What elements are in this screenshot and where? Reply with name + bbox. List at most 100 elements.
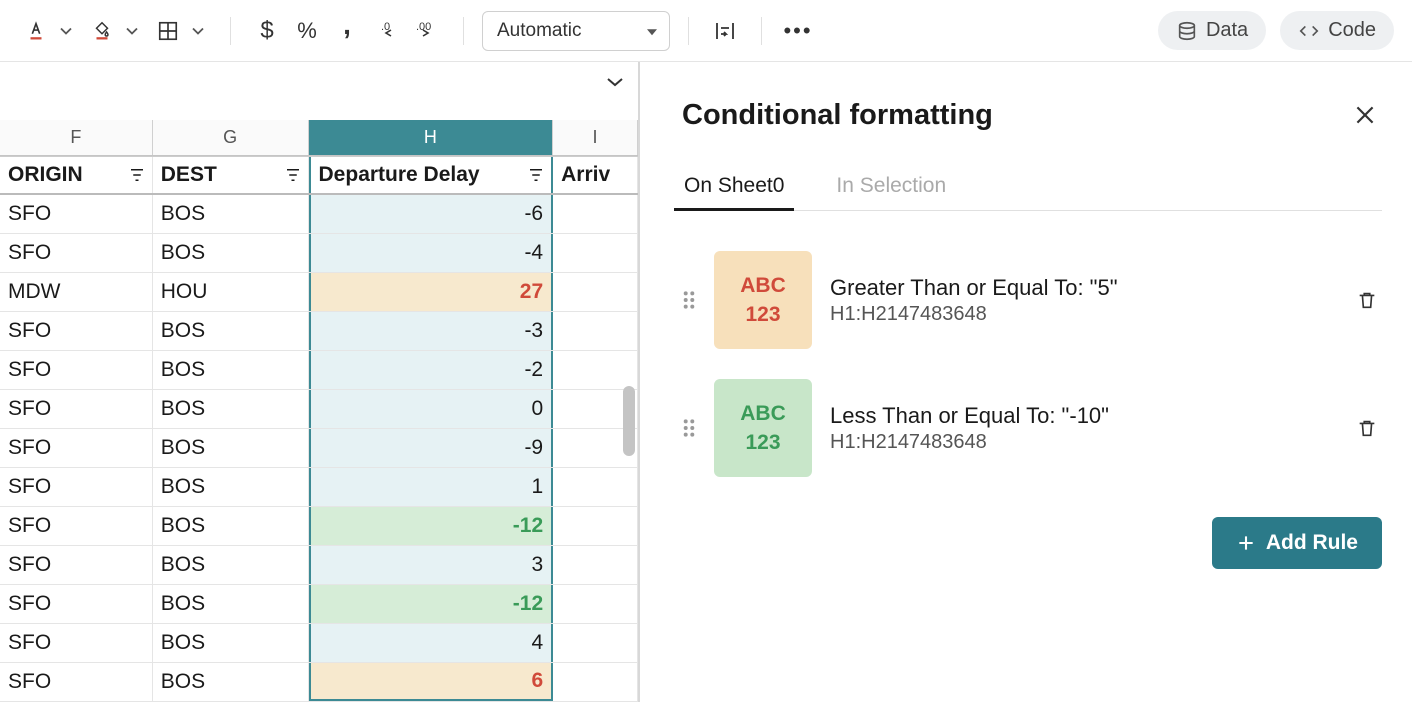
delete-rule-button[interactable] xyxy=(1352,413,1382,443)
cell[interactable]: 1 xyxy=(309,468,554,506)
rule-info: Less Than or Equal To: "-10"H1:H21474836… xyxy=(830,403,1334,454)
cell[interactable] xyxy=(553,468,638,506)
cell[interactable]: MDW xyxy=(0,273,153,311)
add-rule-label: Add Rule xyxy=(1266,531,1358,555)
cell[interactable] xyxy=(553,312,638,350)
cell[interactable] xyxy=(553,351,638,389)
column-header-H[interactable]: H xyxy=(309,120,554,155)
text-color-dropdown[interactable] xyxy=(58,27,74,35)
cell[interactable]: BOS xyxy=(153,234,309,272)
header-cell[interactable]: Arriv xyxy=(553,157,638,193)
currency-button[interactable]: $ xyxy=(249,13,285,49)
close-button[interactable] xyxy=(1348,98,1382,132)
cell[interactable]: BOS xyxy=(153,429,309,467)
cell[interactable]: SFO xyxy=(0,429,153,467)
rule-swatch: ABC123 xyxy=(714,251,812,349)
filter-icon[interactable] xyxy=(527,166,545,184)
comma-button[interactable]: , xyxy=(329,13,365,49)
rule-item[interactable]: ABC123Greater Than or Equal To: "5"H1:H2… xyxy=(682,251,1382,349)
cell[interactable]: BOS xyxy=(153,507,309,545)
toolbar: $ % , .0 .00 Automatic ••• Data Code xyxy=(0,0,1412,62)
rule-item[interactable]: ABC123Less Than or Equal To: "-10"H1:H21… xyxy=(682,379,1382,477)
cell[interactable]: -9 xyxy=(309,429,554,467)
cell[interactable]: 6 xyxy=(309,663,554,701)
code-button[interactable]: Code xyxy=(1280,11,1394,50)
cell[interactable]: -6 xyxy=(309,195,554,233)
cell[interactable]: BOS xyxy=(153,546,309,584)
cell[interactable]: SFO xyxy=(0,390,153,428)
cell[interactable]: 4 xyxy=(309,624,554,662)
database-icon xyxy=(1176,20,1198,42)
data-button[interactable]: Data xyxy=(1158,11,1266,50)
cell[interactable]: SFO xyxy=(0,195,153,233)
cell[interactable]: -12 xyxy=(309,585,554,623)
cell[interactable]: BOS xyxy=(153,312,309,350)
header-cell[interactable]: Departure Delay xyxy=(309,157,554,193)
collapse-chevron-icon[interactable] xyxy=(600,67,630,97)
drag-handle-icon[interactable] xyxy=(682,289,696,311)
fill-color-dropdown[interactable] xyxy=(124,27,140,35)
delete-rule-button[interactable] xyxy=(1352,285,1382,315)
header-cell[interactable]: ORIGIN xyxy=(0,157,153,193)
main-content: FGHI ORIGINDESTDeparture DelayArrivSFOBO… xyxy=(0,62,1412,702)
cell[interactable]: SFO xyxy=(0,507,153,545)
cell[interactable]: BOS xyxy=(153,390,309,428)
cell[interactable]: 0 xyxy=(309,390,554,428)
table-row: SFOBOS1 xyxy=(0,468,638,507)
cell[interactable]: BOS xyxy=(153,663,309,701)
cell[interactable]: SFO xyxy=(0,312,153,350)
drag-handle-icon[interactable] xyxy=(682,417,696,439)
cell[interactable]: BOS xyxy=(153,585,309,623)
cell[interactable]: SFO xyxy=(0,234,153,272)
borders-button[interactable] xyxy=(150,13,186,49)
cell[interactable] xyxy=(553,234,638,272)
vertical-scrollbar[interactable] xyxy=(623,386,635,456)
decrease-decimal-button[interactable]: .0 xyxy=(369,13,405,49)
cell[interactable]: -4 xyxy=(309,234,554,272)
cell[interactable]: -2 xyxy=(309,351,554,389)
cell[interactable]: BOS xyxy=(153,195,309,233)
cell[interactable] xyxy=(553,663,638,701)
cell[interactable] xyxy=(553,507,638,545)
fill-color-button[interactable] xyxy=(84,13,120,49)
tab-in-selection[interactable]: In Selection xyxy=(834,162,948,210)
table-row: SFOBOS-6 xyxy=(0,195,638,234)
cell[interactable] xyxy=(553,546,638,584)
increase-decimal-button[interactable]: .00 xyxy=(409,13,445,49)
cell[interactable]: BOS xyxy=(153,468,309,506)
cell[interactable]: -12 xyxy=(309,507,554,545)
filter-icon[interactable] xyxy=(284,166,302,184)
header-cell[interactable]: DEST xyxy=(153,157,309,193)
cell[interactable]: SFO xyxy=(0,351,153,389)
cell[interactable]: 27 xyxy=(309,273,554,311)
percent-button[interactable]: % xyxy=(289,13,325,49)
cell[interactable] xyxy=(553,624,638,662)
divider xyxy=(761,17,762,45)
rule-range: H1:H2147483648 xyxy=(830,431,1334,454)
add-rule-button[interactable]: Add Rule xyxy=(1212,517,1382,569)
cell[interactable]: SFO xyxy=(0,468,153,506)
cell[interactable]: SFO xyxy=(0,546,153,584)
cell[interactable] xyxy=(553,273,638,311)
filter-icon[interactable] xyxy=(128,166,146,184)
cell[interactable] xyxy=(553,195,638,233)
cell[interactable]: -3 xyxy=(309,312,554,350)
column-header-I[interactable]: I xyxy=(553,120,638,155)
cell[interactable]: SFO xyxy=(0,624,153,662)
more-button[interactable]: ••• xyxy=(780,13,816,49)
column-header-G[interactable]: G xyxy=(153,120,309,155)
cell[interactable]: BOS xyxy=(153,624,309,662)
cell[interactable] xyxy=(553,585,638,623)
cell[interactable]: SFO xyxy=(0,585,153,623)
cell[interactable]: 3 xyxy=(309,546,554,584)
table-row: SFOBOS6 xyxy=(0,663,638,702)
cell[interactable]: SFO xyxy=(0,663,153,701)
number-format-select[interactable]: Automatic xyxy=(482,11,670,51)
borders-dropdown[interactable] xyxy=(190,27,206,35)
cell[interactable]: BOS xyxy=(153,351,309,389)
wrap-text-button[interactable] xyxy=(707,13,743,49)
column-header-F[interactable]: F xyxy=(0,120,153,155)
cell[interactable]: HOU xyxy=(153,273,309,311)
text-color-button[interactable] xyxy=(18,13,54,49)
tab-on-sheet[interactable]: On Sheet0 xyxy=(682,162,786,210)
